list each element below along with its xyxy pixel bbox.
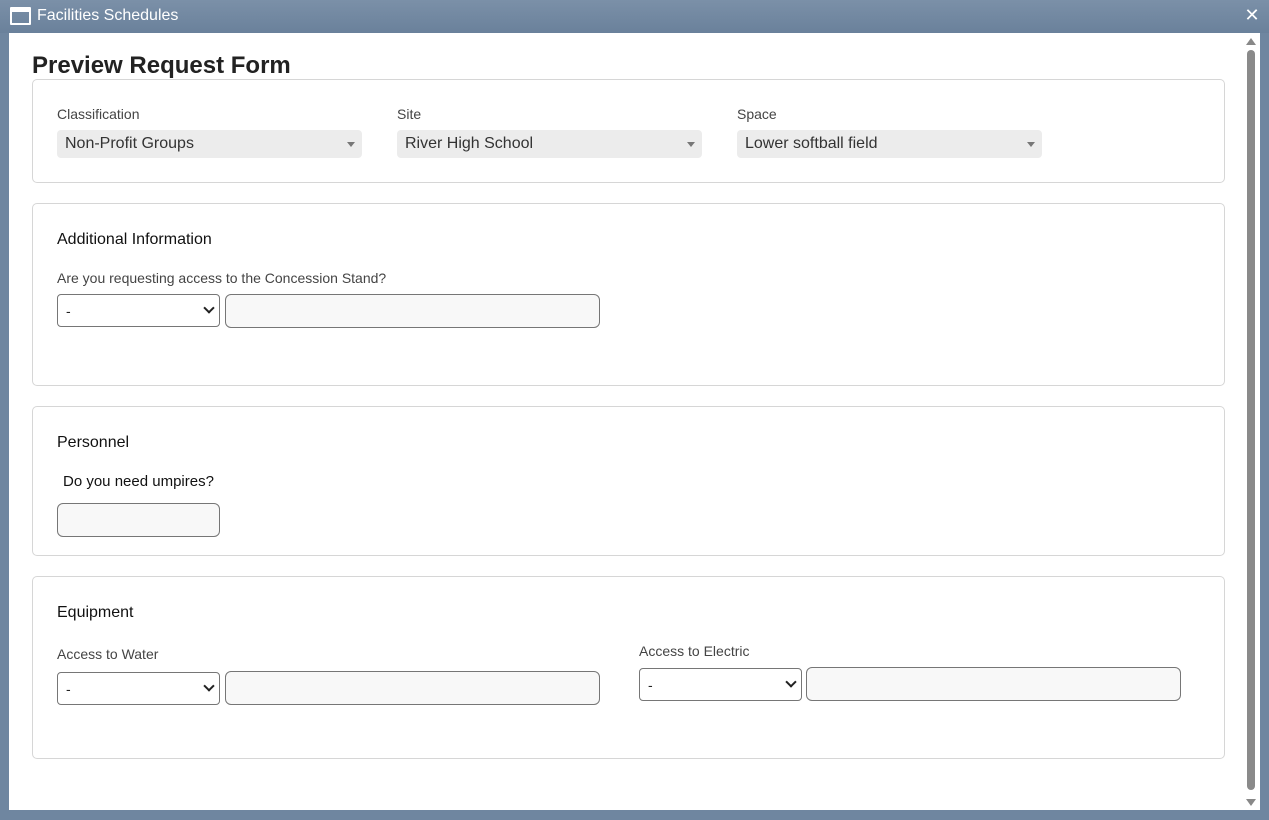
- site-label: Site: [397, 106, 422, 122]
- space-value: Lower softball field: [745, 135, 878, 152]
- chevron-down-icon: [1027, 142, 1035, 147]
- dialog-content: Preview Request Form Classification Non-…: [9, 33, 1260, 810]
- equipment-title: Equipment: [57, 604, 134, 621]
- chevron-down-icon: [347, 142, 355, 147]
- chevron-down-icon: [203, 302, 215, 314]
- electric-text-field[interactable]: [806, 667, 1181, 701]
- classification-value: Non-Profit Groups: [65, 135, 194, 152]
- site-value: River High School: [405, 135, 534, 152]
- concession-question: Are you requesting access to the Concess…: [57, 270, 387, 286]
- classification-select[interactable]: Non-Profit Groups: [57, 130, 362, 158]
- classification-label: Classification: [57, 106, 140, 122]
- window-icon: [10, 7, 31, 25]
- water-text-field[interactable]: [225, 671, 600, 705]
- window-title: Facilities Schedules: [37, 7, 179, 24]
- water-label: Access to Water: [57, 646, 159, 662]
- concession-select[interactable]: -: [57, 294, 220, 327]
- site-select[interactable]: River High School: [397, 130, 702, 158]
- water-select-value: -: [66, 681, 71, 697]
- electric-select-value: -: [648, 677, 653, 693]
- equipment-panel: Equipment Access to Water - Access to El…: [32, 576, 1225, 759]
- additional-info-title: Additional Information: [57, 231, 212, 248]
- personnel-title: Personnel: [57, 434, 130, 451]
- concession-select-value: -: [66, 303, 71, 319]
- concession-text-field[interactable]: [225, 294, 600, 328]
- electric-select[interactable]: -: [639, 668, 802, 701]
- personnel-panel: Personnel Do you need umpires?: [32, 406, 1225, 556]
- close-icon[interactable]: ✕: [1243, 5, 1261, 25]
- scroll-thumb[interactable]: [1247, 50, 1255, 790]
- space-select[interactable]: Lower softball field: [737, 130, 1042, 158]
- dialog-window: Facilities Schedules ✕ Preview Request F…: [0, 0, 1269, 820]
- chevron-down-icon: [203, 680, 215, 692]
- umpires-question: Do you need umpires?: [63, 473, 214, 490]
- scroll-up-icon[interactable]: [1246, 38, 1256, 45]
- title-bar[interactable]: Facilities Schedules ✕: [0, 0, 1269, 33]
- vertical-scrollbar[interactable]: [1242, 33, 1260, 810]
- page-title: Preview Request Form: [32, 52, 291, 79]
- additional-info-panel: Additional Information Are you requestin…: [32, 203, 1225, 386]
- electric-label: Access to Electric: [639, 643, 750, 659]
- umpires-text-field[interactable]: [57, 503, 220, 537]
- chevron-down-icon: [785, 676, 797, 688]
- scroll-down-icon[interactable]: [1246, 799, 1256, 806]
- selection-panel: Classification Non-Profit Groups Site Ri…: [32, 79, 1225, 183]
- chevron-down-icon: [687, 142, 695, 147]
- space-label: Space: [737, 106, 777, 122]
- water-select[interactable]: -: [57, 672, 220, 705]
